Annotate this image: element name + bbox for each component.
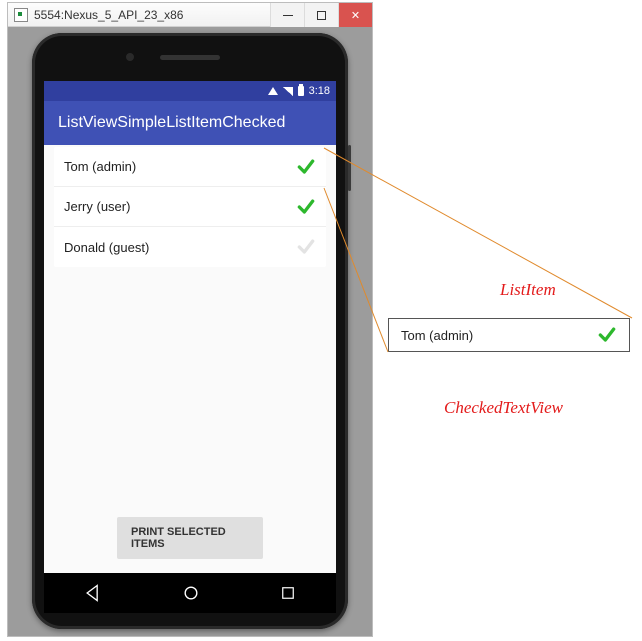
checkmark-icon: [296, 197, 316, 217]
checkmark-icon: [296, 157, 316, 177]
front-camera: [126, 53, 134, 61]
recents-icon[interactable]: [279, 584, 297, 602]
window-titlebar[interactable]: 5554:Nexus_5_API_23_x86: [8, 3, 372, 27]
app-content: Tom (admin) Jerry (user) D: [44, 145, 336, 573]
list-item-label: Donald (guest): [64, 240, 149, 255]
list-item[interactable]: Jerry (user): [54, 187, 326, 227]
annotation-checkedtextview: CheckedTextView: [444, 398, 563, 418]
callout-label: Tom (admin): [401, 328, 473, 343]
home-icon[interactable]: [181, 583, 201, 603]
close-button[interactable]: [338, 3, 372, 27]
list-item[interactable]: Donald (guest): [54, 227, 326, 267]
list-item-label: Tom (admin): [64, 159, 136, 174]
emulator-window: 5554:Nexus_5_API_23_x86 3:18 L: [7, 2, 373, 637]
minimize-button[interactable]: [270, 3, 304, 27]
app-bar: ListViewSimpleListItemChecked: [44, 101, 336, 145]
phone-screen: 3:18 ListViewSimpleListItemChecked Tom (…: [44, 81, 336, 573]
phone-shell: 3:18 ListViewSimpleListItemChecked Tom (…: [32, 33, 348, 629]
print-button-label: PRINT SELECTED ITEMS: [131, 526, 226, 550]
app-icon: [14, 8, 28, 22]
callout-listitem: Tom (admin): [388, 318, 630, 352]
app-title: ListViewSimpleListItemChecked: [58, 114, 285, 132]
network-icon: [268, 87, 278, 95]
power-button: [348, 145, 351, 191]
listview: Tom (admin) Jerry (user) D: [54, 147, 326, 267]
emulator-body: 3:18 ListViewSimpleListItemChecked Tom (…: [8, 27, 372, 636]
annotation-listitem: ListItem: [500, 280, 556, 300]
clock: 3:18: [309, 85, 330, 97]
maximize-button[interactable]: [304, 3, 338, 27]
list-item-label: Jerry (user): [64, 199, 130, 214]
checkmark-icon: [597, 325, 617, 345]
window-buttons: [270, 3, 372, 27]
print-selected-button[interactable]: PRINT SELECTED ITEMS: [117, 517, 263, 559]
battery-icon: [298, 86, 304, 96]
checkmark-icon: [296, 237, 316, 257]
window-title: 5554:Nexus_5_API_23_x86: [34, 8, 183, 22]
earpiece: [160, 55, 220, 60]
back-icon[interactable]: [83, 583, 103, 603]
signal-icon: [283, 87, 293, 96]
android-navbar: [44, 573, 336, 613]
android-statusbar: 3:18: [44, 81, 336, 101]
list-item[interactable]: Tom (admin): [54, 147, 326, 187]
